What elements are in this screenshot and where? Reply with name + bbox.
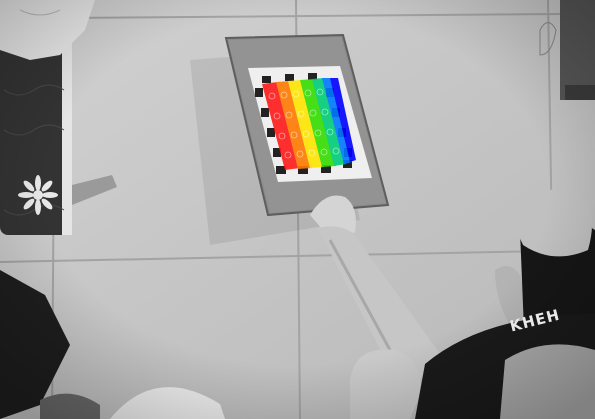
photo-canvas — [0, 0, 595, 419]
photo-scene: KHEH — [0, 0, 595, 419]
head — [516, 189, 592, 257]
knee — [350, 349, 421, 419]
